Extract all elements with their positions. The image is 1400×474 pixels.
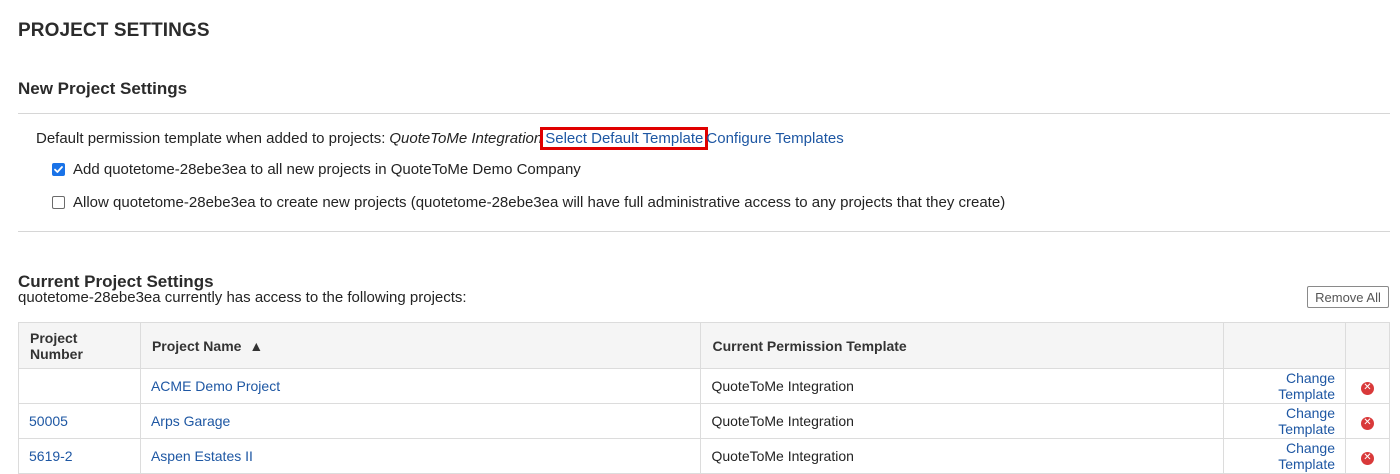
checkmark-icon bbox=[54, 166, 63, 173]
project-number-cell bbox=[18, 368, 141, 404]
project-name-cell: Arps Garage bbox=[139, 403, 702, 439]
default-template-name: QuoteToMe Integration bbox=[389, 130, 543, 147]
remove-circle-icon[interactable]: ✕ bbox=[1361, 451, 1374, 465]
column-header-action bbox=[1223, 322, 1346, 369]
divider bbox=[18, 113, 1390, 114]
project-number-cell: 50005 bbox=[18, 403, 141, 439]
permission-template-cell: QuoteToMe Integration bbox=[700, 403, 1225, 439]
remove-cell: ✕ bbox=[1345, 438, 1390, 474]
current-project-settings-subtitle: quotetome-28ebe3ea currently has access … bbox=[18, 289, 467, 306]
add-to-new-projects-label: Add quotetome-28ebe3ea to all new projec… bbox=[73, 161, 581, 178]
allow-create-projects-option[interactable]: Allow quotetome-28ebe3ea to create new p… bbox=[52, 194, 1005, 211]
project-name-link[interactable]: Aspen Estates II bbox=[151, 448, 253, 464]
column-header-current-permission-template[interactable]: Current Permission Template bbox=[700, 322, 1225, 369]
change-template-cell: Change Template bbox=[1223, 438, 1346, 474]
column-header-project-number[interactable]: Project Number bbox=[18, 322, 141, 369]
project-name-cell: ACME Demo Project bbox=[139, 368, 702, 404]
new-project-settings-heading: New Project Settings bbox=[18, 79, 188, 98]
project-number-link[interactable]: 5619-2 bbox=[29, 448, 73, 464]
change-template-cell: Change Template bbox=[1223, 403, 1346, 439]
default-permission-label: Default permission template when added t… bbox=[36, 130, 386, 147]
project-name-cell: Aspen Estates II bbox=[139, 438, 702, 474]
column-header-project-name[interactable]: Project Name ▲ bbox=[139, 322, 702, 369]
change-template-cell: Change Template bbox=[1223, 368, 1346, 404]
project-number-link[interactable]: 50005 bbox=[29, 413, 68, 429]
remove-circle-icon[interactable]: ✕ bbox=[1361, 416, 1374, 430]
select-default-template-link[interactable]: Select Default Template bbox=[540, 127, 709, 150]
sort-ascending-icon: ▲ bbox=[249, 337, 264, 354]
column-header-project-name-label: Project Name bbox=[151, 337, 242, 354]
remove-cell: ✕ bbox=[1345, 403, 1390, 439]
page-title: PROJECT SETTINGS bbox=[18, 20, 210, 41]
allow-create-projects-checkbox[interactable] bbox=[52, 196, 65, 209]
permission-template-cell: QuoteToMe Integration bbox=[700, 368, 1225, 404]
table-row: 5619-2 Aspen Estates II QuoteToMe Integr… bbox=[18, 438, 1390, 474]
allow-create-projects-label: Allow quotetome-28ebe3ea to create new p… bbox=[73, 194, 1006, 211]
project-name-link[interactable]: Arps Garage bbox=[151, 413, 230, 429]
table-row: ACME Demo Project QuoteToMe Integration … bbox=[18, 368, 1390, 404]
remove-all-button[interactable]: Remove All bbox=[1307, 286, 1389, 308]
default-permission-row: Default permission template when added t… bbox=[36, 127, 844, 150]
add-to-new-projects-option[interactable]: Add quotetome-28ebe3ea to all new projec… bbox=[52, 161, 581, 178]
column-header-delete bbox=[1345, 322, 1390, 369]
project-number-cell: 5619-2 bbox=[18, 438, 141, 474]
permission-template-cell: QuoteToMe Integration bbox=[700, 438, 1225, 474]
divider bbox=[18, 231, 1390, 232]
remove-circle-icon[interactable]: ✕ bbox=[1361, 381, 1374, 395]
table-row: 50005 Arps Garage QuoteToMe Integration … bbox=[18, 403, 1390, 439]
add-to-new-projects-checkbox[interactable] bbox=[52, 163, 65, 176]
change-template-link[interactable]: Change Template bbox=[1278, 370, 1335, 402]
projects-table: Project Number Project Name ▲ Current Pe… bbox=[18, 322, 1390, 474]
project-name-link[interactable]: ACME Demo Project bbox=[151, 378, 280, 394]
project-settings-page: PROJECT SETTINGS New Project Settings De… bbox=[0, 0, 1400, 474]
change-template-link[interactable]: Change Template bbox=[1278, 440, 1335, 472]
table-header-row: Project Number Project Name ▲ Current Pe… bbox=[18, 322, 1390, 369]
remove-cell: ✕ bbox=[1345, 368, 1390, 404]
change-template-link[interactable]: Change Template bbox=[1278, 405, 1335, 437]
configure-templates-link[interactable]: Configure Templates bbox=[706, 130, 843, 147]
